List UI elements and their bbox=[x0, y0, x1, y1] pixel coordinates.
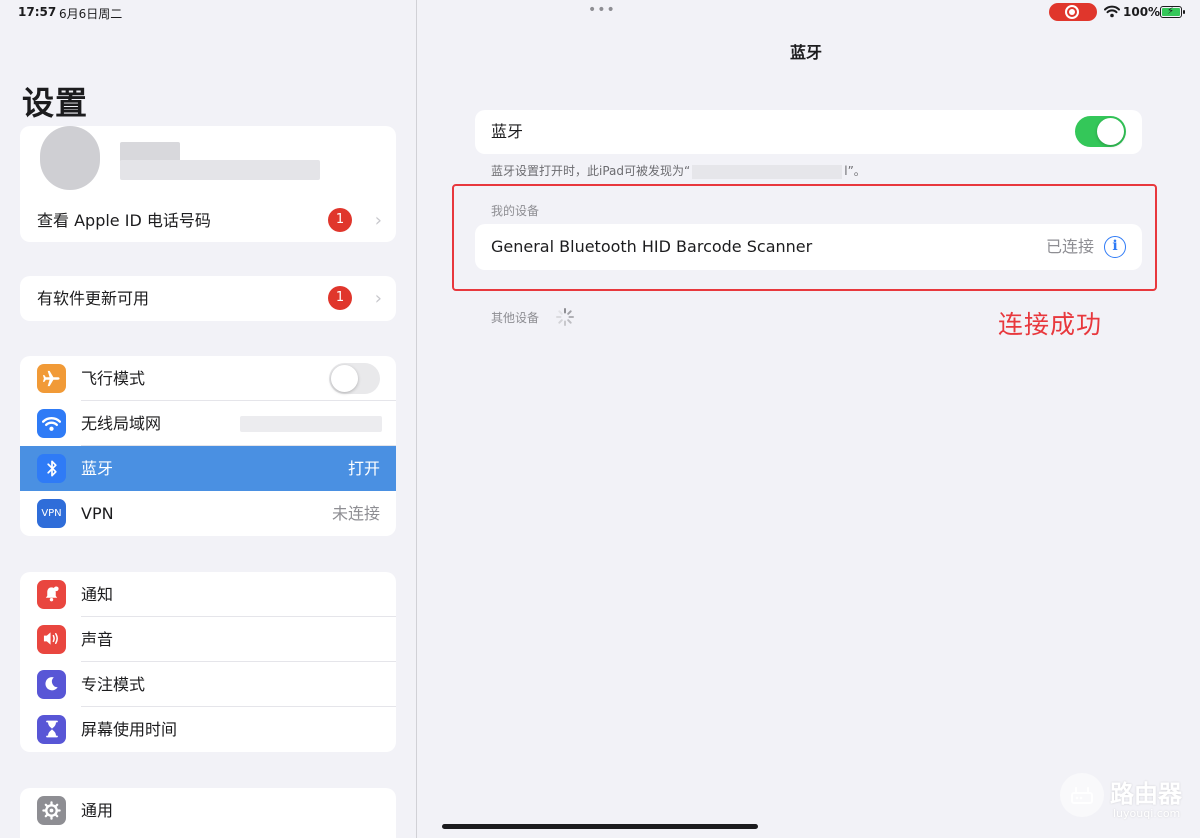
sidebar-item-label: 通知 bbox=[81, 585, 114, 604]
redacted-email bbox=[120, 160, 320, 180]
sidebar-item-label: 蓝牙 bbox=[81, 459, 114, 478]
sidebar-title: 设置 bbox=[22, 84, 89, 122]
software-update-card: 有软件更新可用 1 › bbox=[20, 276, 396, 321]
software-update-row[interactable]: 有软件更新可用 1 › bbox=[20, 276, 396, 321]
sidebar-item-screen-time[interactable]: 屏幕使用时间 bbox=[20, 707, 396, 752]
sidebar-item-wifi[interactable]: 无线局域网 bbox=[20, 401, 396, 446]
highlight-box bbox=[452, 184, 1157, 291]
chevron-right-icon: › bbox=[374, 288, 382, 309]
sidebar-item-label: 飞行模式 bbox=[81, 369, 146, 388]
other-devices-header: 其他设备 bbox=[491, 311, 540, 325]
sidebar-item-general[interactable]: 通用 bbox=[20, 788, 396, 833]
connectivity-card: 飞行模式 无线局域网 蓝牙 打开 VPN VPN 未连接 bbox=[20, 356, 396, 536]
screen-recording-icon[interactable] bbox=[1049, 3, 1097, 21]
sidebar-item-vpn[interactable]: VPN VPN 未连接 bbox=[20, 491, 396, 536]
apple-id-card: 查看 Apple ID 电话号码 1 › bbox=[20, 126, 396, 242]
sidebar-item-notifications[interactable]: 通知 bbox=[20, 572, 396, 617]
sidebar-item-sounds[interactable]: 声音 bbox=[20, 617, 396, 662]
home-indicator[interactable] bbox=[442, 824, 758, 829]
bluetooth-toggle[interactable] bbox=[1075, 116, 1126, 147]
wifi-icon bbox=[37, 409, 66, 438]
battery-percent: 100% bbox=[1123, 5, 1161, 19]
notifications-card: 通知 声音 专注模式 屏幕使用时间 bbox=[20, 572, 396, 752]
sidebar-item-focus[interactable]: 专注模式 bbox=[20, 662, 396, 707]
apple-id-phone-row[interactable]: 查看 Apple ID 电话号码 1 › bbox=[20, 200, 396, 242]
speaker-icon bbox=[37, 625, 66, 654]
sidebar-item-label: 通用 bbox=[81, 801, 114, 820]
watermark-logo-icon bbox=[1060, 773, 1104, 817]
hourglass-icon bbox=[37, 715, 66, 744]
airplane-mode-toggle[interactable] bbox=[329, 363, 380, 394]
software-update-label: 有软件更新可用 bbox=[37, 289, 150, 308]
redacted-wifi-name bbox=[240, 416, 382, 432]
multitasking-dots-icon[interactable]: ••• bbox=[588, 2, 616, 18]
discoverable-suffix: l”。 bbox=[844, 164, 866, 178]
sidebar-divider bbox=[416, 0, 417, 838]
sidebar-item-label: 专注模式 bbox=[81, 675, 146, 694]
status-date: 6月6日周二 bbox=[59, 7, 123, 21]
general-card: 通用 bbox=[20, 788, 396, 838]
sidebar-item-bluetooth[interactable]: 蓝牙 打开 bbox=[20, 446, 396, 491]
gear-icon bbox=[37, 796, 66, 825]
moon-icon bbox=[37, 670, 66, 699]
airplane-icon bbox=[37, 364, 66, 393]
redacted-name bbox=[120, 142, 180, 162]
sidebar-item-airplane-mode[interactable]: 飞行模式 bbox=[20, 356, 396, 401]
discoverable-footnote: 蓝牙设置打开时，此iPad可被发现为“ l”。 bbox=[491, 162, 866, 179]
apple-id-profile[interactable] bbox=[20, 126, 396, 200]
watermark-text: 路由器 bbox=[1110, 780, 1182, 808]
detail-title: 蓝牙 bbox=[790, 43, 823, 62]
annotation-text: 连接成功 bbox=[998, 310, 1103, 339]
vpn-status-value: 未连接 bbox=[331, 504, 380, 523]
bluetooth-toggle-card: 蓝牙 bbox=[475, 110, 1142, 154]
redacted-device-name bbox=[692, 164, 843, 179]
battery-charging-icon: ⚡ bbox=[1160, 6, 1185, 18]
status-time: 17:57 bbox=[18, 5, 57, 19]
apple-id-phone-label: 查看 Apple ID 电话号码 bbox=[37, 211, 211, 230]
sidebar-item-label: 屏幕使用时间 bbox=[81, 720, 178, 739]
bluetooth-status-value: 打开 bbox=[347, 459, 380, 478]
loading-spinner-icon bbox=[556, 308, 574, 326]
bell-icon bbox=[37, 580, 66, 609]
notification-badge: 1 bbox=[328, 286, 352, 310]
chevron-right-icon: › bbox=[374, 210, 382, 231]
bluetooth-icon bbox=[37, 454, 66, 483]
sidebar-item-label: 无线局域网 bbox=[81, 414, 162, 433]
sidebar-item-label: 声音 bbox=[81, 630, 114, 649]
wifi-status-icon bbox=[1104, 5, 1120, 18]
vpn-icon: VPN bbox=[37, 499, 66, 528]
watermark-url: luyouqi.com bbox=[1113, 807, 1181, 820]
avatar bbox=[40, 126, 100, 190]
notification-badge: 1 bbox=[328, 208, 352, 232]
bluetooth-toggle-label: 蓝牙 bbox=[491, 122, 524, 141]
discoverable-prefix: 蓝牙设置打开时，此iPad可被发现为“ bbox=[491, 164, 691, 178]
sidebar-item-label: VPN bbox=[81, 504, 114, 523]
